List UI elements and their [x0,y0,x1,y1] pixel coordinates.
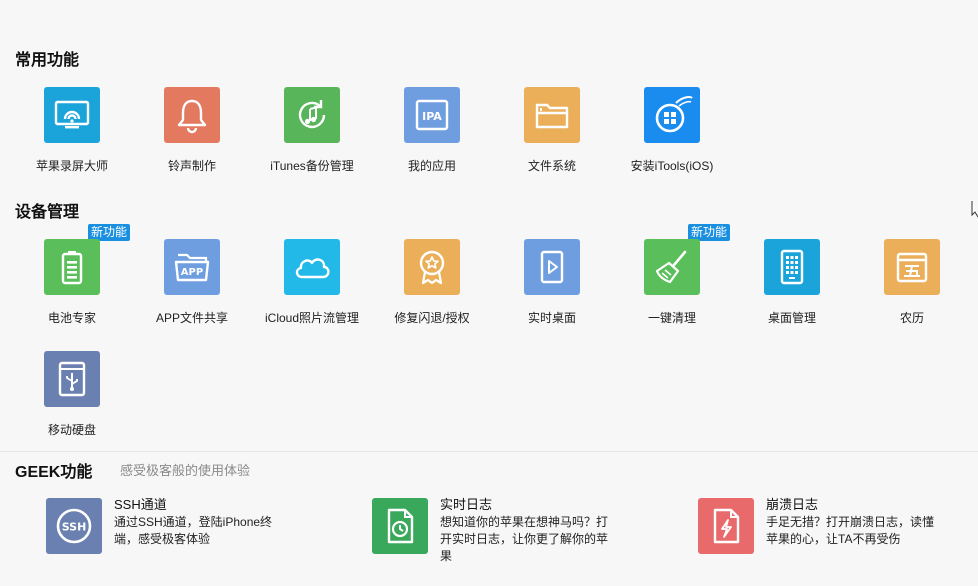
app-folder-icon: APP [164,239,220,295]
tool-install-itools[interactable]: 安装iTools(iOS) [612,87,732,187]
tool-itunes-backup[interactable]: iTunes备份管理 [252,87,372,187]
section-divider [0,451,978,452]
tool-app-file-share[interactable]: APP APP文件共享 [132,239,252,339]
play-screen-icon [524,239,580,295]
tool-label: 电池专家 [47,311,96,325]
tool-mobile-drive[interactable]: 移动硬盘 [12,351,132,451]
tool-label: 苹果录屏大师 [35,159,108,173]
tool-label: 实时桌面 [527,311,576,325]
itools-icon [644,87,700,143]
geek-crash-log[interactable]: 崩溃日志 手足无措？打开崩溃日志，读懂苹果的心，让TA不再受伤 [698,494,958,574]
svg-text:IPA: IPA [422,110,442,123]
tool-label: 一键清理 [647,311,696,325]
phone-grid-icon [764,239,820,295]
svg-text:SSH: SSH [62,521,87,534]
broom-icon [644,239,700,295]
geek-description: 手足无措？打开崩溃日志，读懂苹果的心，让TA不再受伤 [766,515,935,546]
tool-desktop-manage[interactable]: 桌面管理 [732,239,852,339]
geek-ssh-tunnel[interactable]: SSH SSH通道 通过SSH通道，登陆iPhone终端，感受极客体验 [46,494,306,574]
usb-drive-icon [44,351,100,407]
tool-label: iTunes备份管理 [270,159,354,173]
mouse-cursor-icon [970,200,978,218]
music-refresh-icon [284,87,340,143]
section-title-device: 设备管理 [15,204,80,221]
tool-live-desktop[interactable]: 实时桌面 [492,239,612,339]
cloud-icon [284,239,340,295]
tool-fix-crash-auth[interactable]: 修复闪退/授权 [372,239,492,339]
tool-lunar-calendar[interactable]: 农历 [852,239,972,339]
clock-doc-icon [372,498,428,554]
tool-label: 我的应用 [407,159,456,173]
geek-title: SSH通道 [114,497,167,512]
bell-icon [164,87,220,143]
section-subtitle-geek: 感受极客般的使用体验 [120,463,251,478]
geek-description: 通过SSH通道，登陆iPhone终端，感受极客体验 [114,515,273,546]
svg-text:APP: APP [181,267,203,278]
tool-ringtone-maker[interactable]: 铃声制作 [132,87,252,187]
tool-screen-mirror[interactable]: 苹果录屏大师 [12,87,132,187]
battery-icon [44,239,100,295]
tool-battery-expert[interactable]: 新功能 电池专家 [12,224,132,339]
geek-realtime-log[interactable]: 实时日志 想知道你的苹果在想神马吗？打开实时日志，让你更了解你的苹果 [372,494,632,574]
tool-icloud-photostream[interactable]: iCloud照片流管理 [252,239,372,339]
tool-label: 文件系统 [527,159,576,173]
geek-title: 实时日志 [440,497,493,512]
tool-label: APP文件共享 [155,311,228,325]
tool-one-click-clean[interactable]: 新功能 一键清理 [612,224,732,339]
tool-label: 安装iTools(iOS) [630,159,714,173]
section-title-geek: GEEK功能 [15,464,93,481]
tool-label: 桌面管理 [767,311,816,325]
tool-label: 农历 [899,311,924,325]
tool-label: iCloud照片流管理 [264,311,360,325]
tool-label: 修复闪退/授权 [394,311,470,325]
calendar-icon [884,239,940,295]
geek-title: 崩溃日志 [766,497,819,512]
folder-icon [524,87,580,143]
geek-description: 想知道你的苹果在想神马吗？打开实时日志，让你更了解你的苹果 [440,515,609,563]
section-title-common: 常用功能 [15,52,80,69]
ipa-icon: IPA [404,87,460,143]
award-star-icon [404,239,460,295]
tool-file-system[interactable]: 文件系统 [492,87,612,187]
tool-my-apps[interactable]: IPA 我的应用 [372,87,492,187]
tool-label: 移动硬盘 [47,423,96,437]
screen-mirror-icon [44,87,100,143]
ssh-icon: SSH [46,498,102,554]
tool-label: 铃声制作 [167,159,216,173]
crash-doc-icon [698,498,754,554]
